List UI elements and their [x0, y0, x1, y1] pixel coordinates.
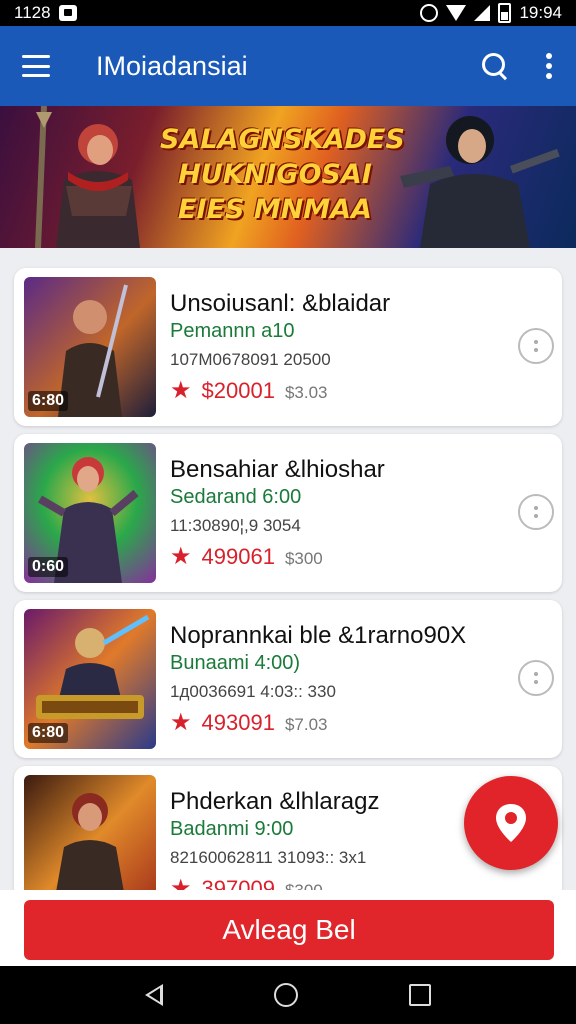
item-meta: 11:30890¦,9 3054: [170, 516, 301, 535]
app-title: IMoiadansiai: [96, 50, 248, 81]
item-options-button[interactable]: [518, 660, 554, 696]
item-price-row: ★ $20001 $3.03: [170, 378, 327, 404]
banner-line-1: SALAGNSKADES: [160, 124, 405, 155]
item-old-price: $300: [284, 549, 323, 568]
status-time-left: 1128: [14, 3, 51, 22]
item-title: Bensahiar &lhioshar: [170, 456, 385, 483]
status-bar: 1128 19:94: [0, 0, 576, 26]
banner-line-3: EIES MNMAA: [178, 194, 372, 225]
item-title: Unsoiusanl: &blaidar: [170, 290, 391, 317]
wifi-icon: [446, 5, 467, 21]
home-circle-icon[interactable]: [273, 983, 298, 1007]
item-price: 499061: [201, 544, 275, 569]
item-options-button[interactable]: [518, 494, 554, 530]
item-old-price: $3.03: [284, 383, 328, 402]
system-nav-bar: [0, 966, 576, 1024]
star-icon: ★: [170, 377, 192, 404]
list-item[interactable]: 6:80 Noprannkai ble &1rarno90X Bunaami 4…: [14, 600, 562, 758]
alarm-icon: [420, 4, 439, 22]
item-price-row: ★ 493091 $7.03: [170, 710, 327, 736]
location-fab-button[interactable]: [464, 776, 558, 870]
item-duration: 0:60: [28, 557, 69, 577]
app-bar: IMoiadansiai: [0, 26, 576, 106]
item-thumbnail: 0:60: [24, 443, 156, 583]
notification-icon: [58, 5, 77, 21]
item-title: Noprannkai ble &1rarno90X: [170, 622, 467, 649]
signal-icon: [474, 5, 491, 21]
star-icon: ★: [170, 709, 192, 736]
item-subtitle: Pemannn a10: [170, 320, 295, 342]
item-meta: 107М0678091 20500: [170, 350, 331, 369]
item-meta: 82160062811 31093:: 3x1: [170, 848, 367, 867]
status-right: 19:94: [420, 3, 562, 23]
item-price-row: ★ 499061 $300: [170, 544, 323, 570]
item-subtitle: Bunaami 4:00): [170, 652, 301, 674]
item-price: 493091: [201, 710, 275, 735]
banner-line-2: HUKNIGOSAI: [178, 159, 372, 190]
item-subtitle: Badanmi 9:00: [170, 818, 294, 840]
star-icon: ★: [170, 543, 192, 570]
back-triangle-icon[interactable]: [145, 984, 164, 1006]
primary-cta-button[interactable]: Avleag Bel: [24, 900, 554, 960]
search-icon[interactable]: [480, 51, 510, 81]
item-options-button[interactable]: [518, 328, 554, 364]
menu-icon[interactable]: [22, 55, 50, 77]
list-item[interactable]: 6:80 Unsoiusanl: &blaidar Pemannn a10 10…: [14, 268, 562, 426]
item-subtitle: Sedarand 6:00: [170, 486, 302, 508]
item-thumbnail: 6:80: [24, 277, 156, 417]
status-left: 1128: [14, 3, 77, 23]
banner-hero-right-image: [400, 116, 560, 248]
status-clock: 19:94: [519, 3, 562, 22]
bottom-panel: Avleag Bel: [0, 890, 576, 966]
list-item[interactable]: 0:60 Bensahiar &lhioshar Sedarand 6:00 1…: [14, 434, 562, 592]
banner-headline: SALAGNSKADES HUKNIGOSAI EIES MNMAA: [160, 122, 405, 227]
battery-icon: [498, 3, 512, 23]
item-duration: 6:80: [28, 391, 69, 411]
item-meta: 1д0036691 4:03:: 330: [170, 682, 336, 701]
item-thumbnail: 6:80: [24, 609, 156, 749]
more-vert-icon[interactable]: [546, 53, 554, 79]
item-old-price: $7.03: [284, 715, 328, 734]
item-duration: 6:80: [28, 723, 69, 743]
recents-square-icon[interactable]: [408, 984, 431, 1006]
location-pin-icon: [496, 804, 526, 842]
item-title: Phderkan &lhlaragz: [170, 788, 380, 815]
promo-banner[interactable]: SALAGNSKADES HUKNIGOSAI EIES MNMAA: [0, 106, 576, 248]
banner-hero-left-image: [35, 106, 140, 248]
item-price: $20001: [201, 378, 275, 403]
